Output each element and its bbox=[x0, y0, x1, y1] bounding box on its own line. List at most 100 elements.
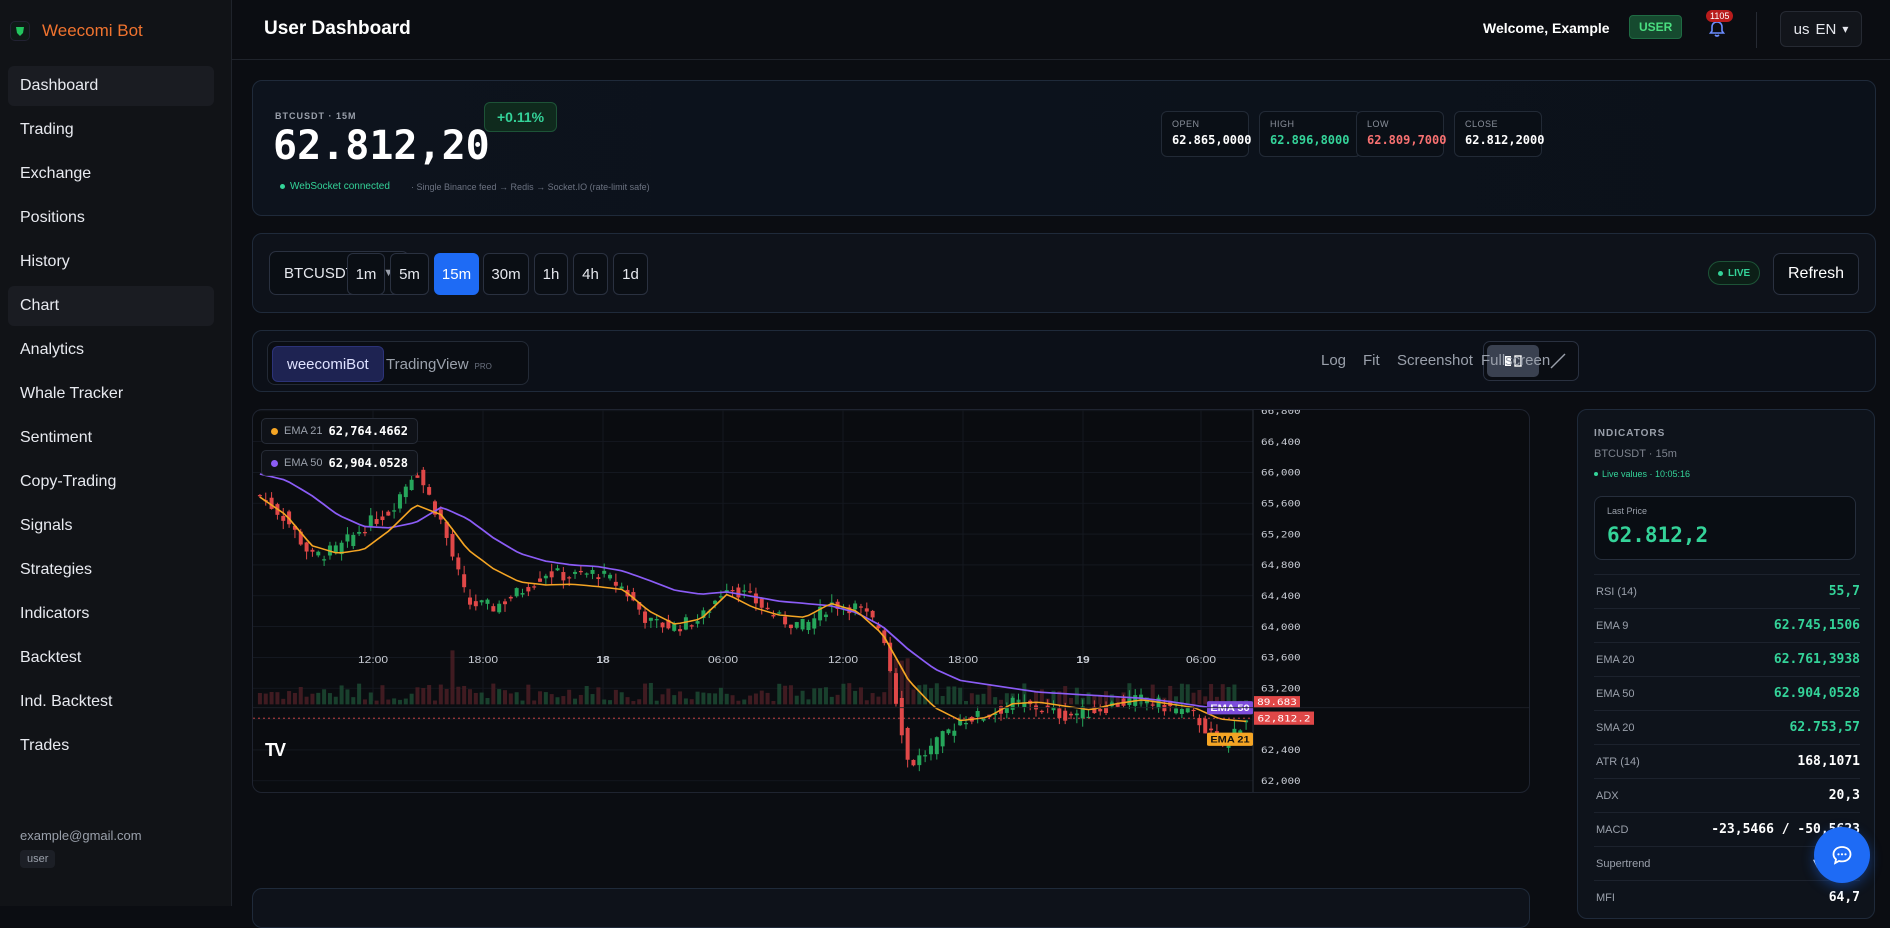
volume-bar bbox=[841, 683, 846, 705]
volume-bar bbox=[269, 691, 274, 705]
tab-tradingview[interactable]: TradingView PRO bbox=[372, 346, 506, 382]
language-selector[interactable]: us EN ▾ bbox=[1780, 11, 1862, 47]
volume-bar bbox=[362, 699, 367, 705]
volume-bar bbox=[322, 689, 327, 705]
indicators-live-text: Live values · 10:05:16 bbox=[1602, 469, 1691, 479]
websocket-status: WebSocket connected bbox=[280, 181, 390, 192]
live-indicator: LIVE bbox=[1708, 261, 1761, 285]
refresh-button[interactable]: Refresh bbox=[1773, 253, 1859, 295]
volume-bar bbox=[287, 691, 292, 705]
candlestick-chart-svg[interactable]: 62,00062,40062,80063,20063,60064,00064,4… bbox=[253, 410, 1530, 792]
volume-bar bbox=[934, 683, 939, 705]
log-button[interactable]: Log bbox=[1321, 352, 1346, 369]
volume-bar bbox=[765, 692, 770, 705]
page-title: User Dashboard bbox=[264, 18, 411, 39]
candle-body bbox=[1203, 718, 1208, 734]
volume-bar bbox=[643, 683, 648, 705]
indicator-value: 20,3 bbox=[1828, 788, 1860, 803]
sidebar-item-signals[interactable]: Signals bbox=[8, 506, 214, 546]
timeframe-1h-button[interactable]: 1h bbox=[534, 253, 568, 295]
candle-body bbox=[905, 727, 910, 760]
fullscreen-button[interactable]: Fullscreen bbox=[1481, 352, 1550, 369]
legend-name: EMA 50 bbox=[284, 457, 323, 469]
timeframe-15m-button[interactable]: 15m bbox=[434, 253, 479, 295]
brand[interactable]: Weecomi Bot bbox=[10, 18, 143, 44]
sidebar-item-sentiment[interactable]: Sentiment bbox=[8, 418, 214, 458]
volume-bar bbox=[648, 682, 653, 705]
volume-bar bbox=[444, 689, 449, 705]
volume-bar bbox=[993, 697, 998, 705]
ohlc-label: CLOSE bbox=[1465, 119, 1499, 129]
volume-bar bbox=[555, 697, 560, 705]
sidebar-item-trades[interactable]: Trades bbox=[8, 726, 214, 766]
chart-source-bar: weecomiBot TradingView PRO Log Fit Screens… bbox=[252, 330, 1876, 392]
sidebar-item-trading[interactable]: Trading bbox=[8, 110, 214, 150]
candle-body bbox=[619, 586, 624, 589]
candle-body bbox=[777, 612, 782, 614]
candle-body bbox=[403, 486, 408, 498]
timeframe-30m-button[interactable]: 30m bbox=[483, 253, 529, 295]
volume-bar bbox=[263, 693, 268, 705]
volume-bar bbox=[327, 693, 332, 705]
symbol-select[interactable]: BTCUSDT ▼ bbox=[269, 251, 409, 295]
sidebar-item-dashboard[interactable]: Dashboard bbox=[8, 66, 214, 106]
sidebar-item-ind-backtest[interactable]: Ind. Backtest bbox=[8, 682, 214, 722]
sidebar-item-indicators[interactable]: Indicators bbox=[8, 594, 214, 634]
sidebar-item-positions[interactable]: Positions bbox=[8, 198, 214, 238]
sidebar-item-label: History bbox=[20, 253, 70, 270]
price-chart[interactable]: 62,00062,40062,80063,20063,60064,00064,4… bbox=[252, 409, 1530, 793]
timeframe-4h-button[interactable]: 4h bbox=[573, 253, 608, 295]
sidebar-item-copy-trading[interactable]: Copy-Trading bbox=[8, 462, 214, 502]
candle-body bbox=[415, 475, 420, 478]
tab-weecomibot[interactable]: weecomiBot bbox=[272, 346, 384, 382]
indicator-row: ATR (14) 168,1071 bbox=[1594, 744, 1860, 778]
timeframe-label: 1h bbox=[542, 265, 560, 283]
chat-button[interactable] bbox=[1814, 827, 1870, 883]
volume-bar bbox=[573, 698, 578, 705]
candle-body bbox=[485, 599, 490, 604]
screenshot-button[interactable]: Screenshot bbox=[1397, 352, 1473, 369]
volume-bar bbox=[666, 688, 671, 705]
sidebar-item-whale-tracker[interactable]: Whale Tracker bbox=[8, 374, 214, 414]
sidebar-item-label: Indicators bbox=[20, 605, 90, 622]
y-tick-label: 66,000 bbox=[1261, 469, 1301, 479]
volume-bar bbox=[689, 699, 694, 705]
volume-bar bbox=[462, 685, 467, 705]
sidebar-item-analytics[interactable]: Analytics bbox=[8, 330, 214, 370]
candle-body bbox=[1098, 708, 1103, 712]
sidebar-item-exchange[interactable]: Exchange bbox=[8, 154, 214, 194]
websocket-detail: · Single Binance feed → Redis → Socket.I… bbox=[411, 182, 650, 192]
sidebar-item-chart[interactable]: Chart bbox=[8, 286, 214, 326]
sidebar-item-strategies[interactable]: Strategies bbox=[8, 550, 214, 590]
indicator-value: 64,7 bbox=[1828, 890, 1860, 905]
volume-bar bbox=[818, 688, 823, 705]
timeframe-1m-button[interactable]: 1m bbox=[347, 253, 385, 295]
indicator-name: ATR (14) bbox=[1596, 755, 1640, 768]
timeframe-1d-button[interactable]: 1d bbox=[613, 253, 648, 295]
volume-bar bbox=[514, 692, 519, 705]
sidebar-item-label: Copy-Trading bbox=[20, 473, 117, 490]
volume-bar bbox=[823, 687, 828, 705]
candle-body bbox=[853, 603, 858, 610]
candle-body bbox=[823, 614, 828, 618]
legend-ema-50: EMA 50 62,904.0528 bbox=[261, 450, 419, 476]
volume-bar bbox=[1203, 696, 1208, 705]
volume-bar bbox=[403, 698, 408, 705]
ohlc-low: LOW 62.809,7000 bbox=[1356, 111, 1446, 157]
volume-bar bbox=[619, 692, 624, 705]
sidebar-item-label: Ind. Backtest bbox=[20, 693, 113, 710]
candle-body bbox=[602, 570, 607, 574]
volume-bar bbox=[292, 692, 297, 705]
volume-bar bbox=[497, 689, 502, 705]
sidebar-item-history[interactable]: History bbox=[8, 242, 214, 282]
volume-bar bbox=[520, 700, 525, 705]
symbol-select-value: BTCUSDT bbox=[284, 264, 355, 282]
sidebar-item-backtest[interactable]: Backtest bbox=[8, 638, 214, 678]
fit-button[interactable]: Fit bbox=[1363, 352, 1380, 369]
candle-body bbox=[1074, 713, 1079, 716]
indicator-name: Supertrend bbox=[1596, 857, 1651, 870]
candle-body bbox=[899, 697, 904, 736]
candle-body bbox=[584, 573, 589, 575]
ohlc-open: OPEN 62.865,0000 bbox=[1161, 111, 1251, 157]
timeframe-5m-button[interactable]: 5m bbox=[390, 253, 429, 295]
